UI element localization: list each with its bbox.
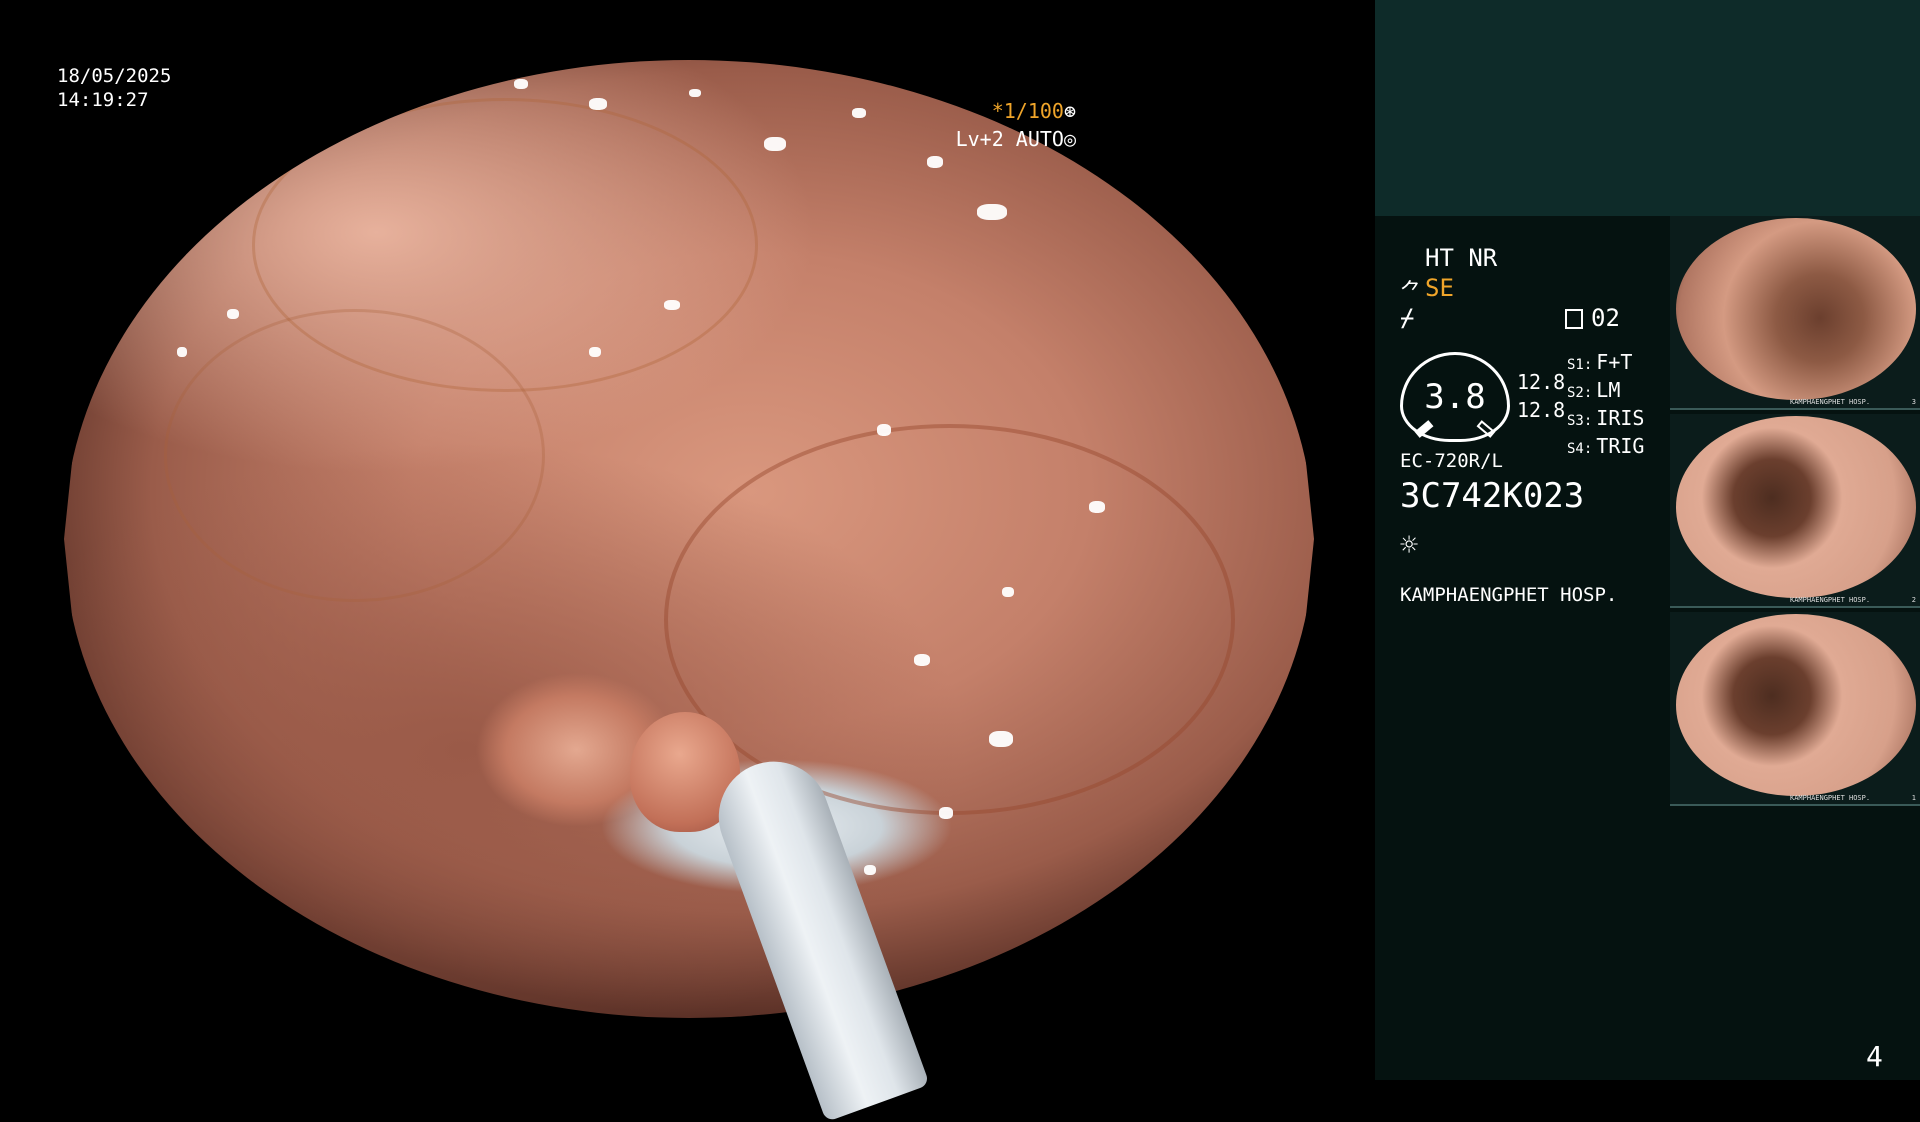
shutter-speed-text: *1/100 bbox=[991, 99, 1064, 123]
specular-highlight bbox=[914, 653, 930, 666]
scope-model-text: EC-720R/L bbox=[1400, 450, 1503, 472]
thumbnail-caption: KAMPHAENGPHET HOSP. bbox=[1790, 398, 1871, 406]
scope-icon: ⺈ bbox=[1400, 280, 1423, 305]
structure-mode-text: HT NR bbox=[1425, 244, 1498, 272]
iris-readout: Lv+2 AUTO◎ bbox=[956, 126, 1076, 152]
iris-icon: ◎ bbox=[1063, 127, 1076, 151]
specular-highlight bbox=[989, 730, 1013, 747]
switch-assignments: S1: F+T S2: LM S3: IRIS S4: TRIG bbox=[1567, 350, 1644, 462]
thumbnail-index: 3 bbox=[1911, 398, 1916, 406]
thumbnail-3[interactable]: KAMPHAENGPHET HOSP. 1 bbox=[1670, 612, 1920, 806]
thumbnail-caption: KAMPHAENGPHET HOSP. bbox=[1790, 596, 1871, 604]
time-text: 14:19:27 bbox=[57, 89, 149, 111]
specular-highlight bbox=[1001, 586, 1014, 597]
specular-highlight bbox=[939, 807, 953, 820]
thumbnail-1[interactable]: KAMPHAENGPHET HOSP. 3 bbox=[1670, 216, 1920, 410]
thumbnail-caption: KAMPHAENGPHET HOSP. bbox=[1790, 794, 1871, 802]
info-panel-header bbox=[1375, 0, 1920, 216]
scope-serial-text: 3C742K023 bbox=[1400, 476, 1585, 516]
specular-highlight bbox=[876, 424, 891, 437]
specular-highlight bbox=[589, 347, 601, 358]
thumbnail-2[interactable]: KAMPHAENGPHET HOSP. 2 bbox=[1670, 414, 1920, 608]
page-number: 4 bbox=[1866, 1040, 1883, 1073]
mode-readout: 02 bbox=[1565, 304, 1620, 332]
thumbnail-index: 1 bbox=[1911, 794, 1916, 802]
specular-highlight bbox=[176, 347, 187, 358]
mode-number-text: 02 bbox=[1591, 304, 1620, 332]
specular-highlight bbox=[926, 155, 943, 168]
specular-highlight bbox=[764, 136, 786, 151]
se-mode-text: SE bbox=[1425, 274, 1454, 302]
switch-slot: S4: TRIG bbox=[1567, 434, 1645, 458]
specular-highlight bbox=[664, 299, 680, 310]
mucosal-fold bbox=[164, 309, 545, 603]
specular-highlight bbox=[864, 864, 876, 875]
gauge-value: 3.8 bbox=[1424, 377, 1486, 417]
specular-highlight bbox=[851, 107, 866, 118]
thumbnail-image bbox=[1676, 218, 1916, 400]
switch-slot: S2: LM bbox=[1567, 378, 1621, 402]
mucosal-fold bbox=[664, 424, 1235, 816]
specular-highlight bbox=[226, 309, 239, 320]
specular-highlight bbox=[589, 98, 607, 111]
memo-icon bbox=[1565, 309, 1583, 329]
hospital-name-text: KAMPHAENGPHET HOSP. bbox=[1400, 584, 1618, 606]
thumbnail-image bbox=[1676, 614, 1916, 796]
value-readout-1: 12.8 bbox=[1517, 370, 1566, 394]
enhance-icon: ⌿ bbox=[1400, 304, 1415, 332]
thumbnail-image bbox=[1676, 416, 1916, 598]
switch-slot: S3: IRIS bbox=[1567, 406, 1645, 430]
datetime-readout: 18/05/2025 14:19:27 bbox=[57, 64, 171, 112]
value-readout-2: 12.8 bbox=[1517, 398, 1566, 422]
shutter-icon: ⊛ bbox=[1063, 99, 1076, 123]
specular-highlight bbox=[689, 88, 701, 97]
specular-highlight bbox=[514, 79, 528, 90]
specular-highlight bbox=[976, 203, 1007, 220]
light-icon: ☼ bbox=[1400, 528, 1419, 563]
thumbnail-index: 2 bbox=[1911, 596, 1916, 604]
shutter-readout: *1/100⊛ bbox=[992, 98, 1076, 124]
switch-slot: S1: F+T bbox=[1567, 350, 1633, 374]
iris-mode-text: Lv+2 AUTO bbox=[955, 127, 1064, 151]
endoscopy-image bbox=[64, 60, 1314, 1018]
date-text: 18/05/2025 bbox=[57, 65, 172, 87]
specular-highlight bbox=[1089, 500, 1105, 513]
gauge-marker-left bbox=[1414, 420, 1434, 438]
